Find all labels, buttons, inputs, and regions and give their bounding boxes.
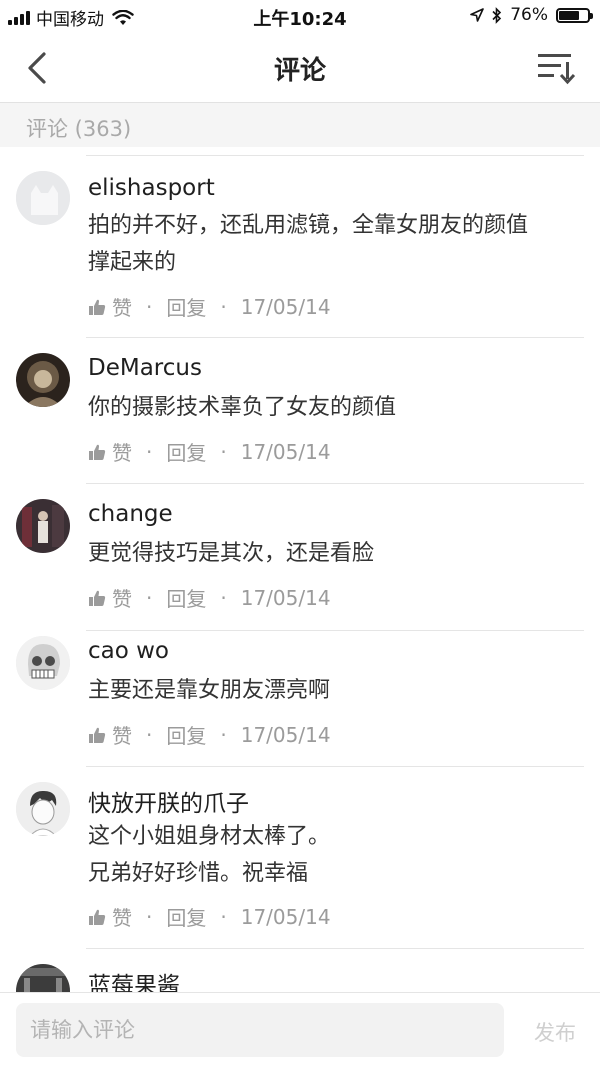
- separator-dot: ·: [146, 439, 153, 464]
- comment-text-line: 拍的并不好，还乱用滤镜，全靠女朋友的颜值: [88, 213, 529, 238]
- comment-username[interactable]: elishasport: [88, 175, 215, 201]
- portrait-avatar-icon[interactable]: [16, 353, 70, 407]
- battery-icon: [556, 7, 593, 23]
- separator-dot: ·: [220, 904, 227, 929]
- thumbs-up-icon[interactable]: [88, 443, 106, 461]
- comment-text-line: 这个小姐姐身材太棒了。: [88, 824, 331, 849]
- status-right: 76%: [470, 5, 593, 25]
- reply-button[interactable]: 回复: [166, 902, 206, 931]
- comment-actions: 赞 · 回复 · 17/05/14: [88, 902, 331, 931]
- reply-button[interactable]: 回复: [166, 720, 206, 749]
- comment-date: 17/05/14: [240, 904, 331, 929]
- divider: [86, 948, 584, 949]
- page-title: 评论: [273, 56, 326, 86]
- comment-date: 17/05/14: [240, 585, 331, 610]
- separator-dot: ·: [220, 294, 227, 319]
- comment-text: 主要还是靠女朋友漂亮啊: [88, 672, 588, 709]
- reply-button[interactable]: 回复: [166, 583, 206, 612]
- comment-text: 这个小姐姐身材太棒了。 兄弟好好珍惜。祝幸福: [88, 818, 588, 892]
- thumbs-up-icon[interactable]: [88, 589, 106, 607]
- reply-button[interactable]: 回复: [166, 292, 206, 321]
- comment-text: 你的摄影技术辜负了女友的颜值: [88, 389, 588, 426]
- photo-avatar-icon[interactable]: [16, 499, 70, 553]
- publish-button[interactable]: 发布: [534, 1017, 576, 1047]
- separator-dot: ·: [220, 439, 227, 464]
- separator-dot: ·: [220, 585, 227, 610]
- comment-input[interactable]: [16, 1003, 504, 1057]
- like-button[interactable]: 赞: [112, 292, 132, 321]
- like-button[interactable]: 赞: [112, 583, 132, 612]
- comment-actions: 赞 · 回复 · 17/05/14: [88, 292, 331, 321]
- skull-avatar-icon[interactable]: [16, 636, 70, 690]
- comment-actions: 赞 · 回复 · 17/05/14: [88, 437, 331, 466]
- like-button[interactable]: 赞: [112, 437, 132, 466]
- sort-icon: [538, 54, 576, 85]
- battery-fill: [559, 10, 579, 20]
- separator-dot: ·: [146, 722, 153, 747]
- thumbs-up-icon[interactable]: [88, 726, 106, 744]
- comment-username[interactable]: 蓝莓果酱: [88, 966, 180, 992]
- status-bar: 中国移动 上午10:24 76%: [0, 0, 600, 34]
- comment-text-line: 兄弟好好珍惜。祝幸福: [88, 861, 309, 886]
- comments-count-header: 评论 (363): [0, 103, 600, 147]
- sort-button[interactable]: [536, 50, 576, 86]
- divider: [86, 337, 584, 338]
- like-button[interactable]: 赞: [112, 902, 132, 931]
- comment-username[interactable]: cao wo: [88, 638, 169, 664]
- divider: [86, 483, 584, 484]
- divider: [86, 630, 584, 631]
- bluetooth-icon: [492, 6, 502, 24]
- reply-button[interactable]: 回复: [166, 437, 206, 466]
- thumbs-up-icon[interactable]: [88, 908, 106, 926]
- default-avatar-icon[interactable]: [16, 171, 70, 225]
- comment-actions: 赞 · 回复 · 17/05/14: [88, 583, 331, 612]
- comment-date: 17/05/14: [240, 722, 331, 747]
- comment-text: 拍的并不好，还乱用滤镜，全靠女朋友的颜值 撑起来的: [88, 207, 588, 281]
- photo-avatar-icon[interactable]: [16, 964, 70, 992]
- separator-dot: ·: [146, 904, 153, 929]
- comment-list[interactable]: elishasport 拍的并不好，还乱用滤镜，全靠女朋友的颜值 撑起来的 赞 …: [0, 147, 600, 992]
- thumbs-up-icon[interactable]: [88, 298, 106, 316]
- nav-bar: 评论: [0, 34, 600, 103]
- comment-username[interactable]: 快放开朕的爪子: [88, 784, 249, 818]
- location-arrow-icon: [470, 8, 485, 22]
- separator-dot: ·: [146, 585, 153, 610]
- comment-actions: 赞 · 回复 · 17/05/14: [88, 720, 331, 749]
- comment-input-bar: 发布: [0, 992, 600, 1068]
- comments-count: 评论 (363): [26, 117, 132, 141]
- like-button[interactable]: 赞: [112, 720, 132, 749]
- comment-text-line: 主要还是靠女朋友漂亮啊: [88, 678, 331, 703]
- comment-text: 更觉得技巧是其次，还是看脸: [88, 535, 588, 572]
- comment-text-line: 撑起来的: [88, 250, 177, 275]
- cartoon-avatar-icon[interactable]: [16, 782, 70, 836]
- battery-percent: 76%: [510, 5, 548, 25]
- comment-username[interactable]: change: [88, 501, 173, 527]
- separator-dot: ·: [146, 294, 153, 319]
- divider: [86, 155, 584, 156]
- comment-text-line: 你的摄影技术辜负了女友的颜值: [88, 395, 397, 420]
- comment-text-line: 更觉得技巧是其次，还是看脸: [88, 541, 375, 566]
- comment-date: 17/05/14: [240, 439, 331, 464]
- separator-dot: ·: [220, 722, 227, 747]
- comment-username[interactable]: DeMarcus: [88, 355, 202, 381]
- divider: [86, 766, 584, 767]
- comment-date: 17/05/14: [240, 294, 331, 319]
